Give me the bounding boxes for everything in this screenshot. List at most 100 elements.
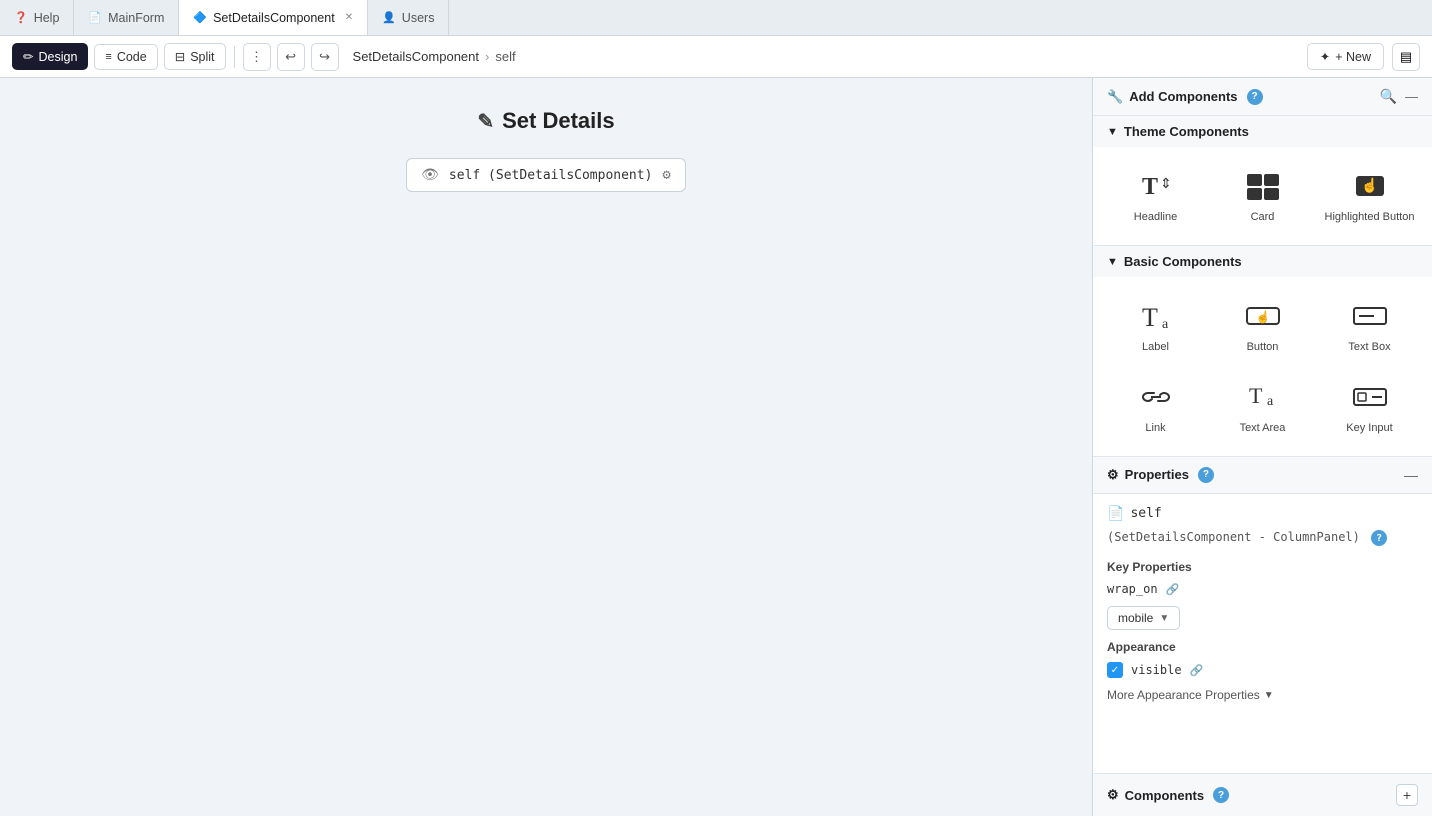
appearance-title: Appearance bbox=[1107, 640, 1418, 654]
wrap-on-dropdown[interactable]: mobile ▼ bbox=[1107, 606, 1180, 630]
main-area: ✎ Set Details 👁 self (SetDetailsComponen… bbox=[0, 78, 1432, 816]
key-properties-label: Key Properties bbox=[1107, 560, 1192, 574]
theme-components-header[interactable]: ▼ Theme Components bbox=[1093, 115, 1432, 147]
component-settings-icon[interactable]: ⚙ bbox=[662, 167, 670, 183]
tab-setdetails-close[interactable]: ✕ bbox=[345, 13, 353, 23]
wrap-on-link-icon[interactable]: 🔗 bbox=[1166, 583, 1180, 596]
split-icon: ⊟ bbox=[175, 49, 185, 64]
basic-components-title: ▼ Basic Components bbox=[1107, 254, 1242, 269]
collapse-properties-button[interactable]: — bbox=[1404, 467, 1418, 483]
key-input-icon bbox=[1350, 379, 1390, 415]
wrap-on-value-row: mobile ▼ bbox=[1107, 606, 1418, 630]
svg-text:⇕: ⇕ bbox=[1160, 177, 1172, 192]
component-item-key-input[interactable]: Key Input bbox=[1317, 368, 1422, 446]
add-components-title: 🔧 Add Components ? bbox=[1107, 89, 1263, 105]
highlighted-button-icon: ☝ bbox=[1350, 168, 1390, 204]
code-icon: ≡ bbox=[105, 51, 111, 63]
tab-users[interactable]: 👤 Users bbox=[368, 0, 449, 35]
component-item-headline[interactable]: T ⇕ Headline bbox=[1103, 157, 1208, 235]
design-label: Design bbox=[38, 50, 77, 64]
toolbar-separator-1 bbox=[234, 46, 235, 68]
component-block[interactable]: 👁 self (SetDetailsComponent) ⚙ bbox=[406, 158, 686, 192]
dropdown-arrow-icon: ▼ bbox=[1159, 613, 1169, 624]
tab-mainform[interactable]: 📄 MainForm bbox=[74, 0, 179, 35]
split-button[interactable]: ⊟ Split bbox=[164, 43, 226, 70]
add-components-header[interactable]: 🔧 Add Components ? 🔍 — bbox=[1093, 78, 1432, 115]
component-item-button[interactable]: ☝ Button bbox=[1210, 287, 1315, 365]
component-item-highlighted-button[interactable]: ☝ Highlighted Button bbox=[1317, 157, 1422, 235]
components-help-badge[interactable]: ? bbox=[1213, 787, 1229, 803]
properties-help-badge[interactable]: ? bbox=[1198, 467, 1214, 483]
highlighted-button-label: Highlighted Button bbox=[1325, 210, 1415, 224]
headline-label: Headline bbox=[1134, 210, 1177, 224]
svg-text:☝: ☝ bbox=[1361, 176, 1378, 194]
svg-text:T: T bbox=[1249, 383, 1263, 408]
toolbar-right: ✦ + New ▤ bbox=[1307, 43, 1420, 71]
add-components-help-badge[interactable]: ? bbox=[1247, 89, 1263, 105]
right-panel: 🔧 Add Components ? 🔍 — ▼ Theme Component… bbox=[1092, 78, 1432, 816]
mainform-tab-icon: 📄 bbox=[88, 11, 102, 24]
redo-button[interactable]: ↪ bbox=[311, 43, 339, 71]
visible-label: visible bbox=[1131, 663, 1182, 677]
tab-help[interactable]: ❓ Help bbox=[0, 0, 74, 35]
button-comp-label: Button bbox=[1247, 340, 1279, 354]
svg-text:T: T bbox=[1142, 303, 1158, 332]
key-input-comp-label: Key Input bbox=[1346, 421, 1392, 435]
layout-toggle-button[interactable]: ▤ bbox=[1392, 43, 1420, 71]
wrench-icon: 🔧 bbox=[1107, 89, 1123, 105]
properties-header[interactable]: ⚙ Properties ? — bbox=[1093, 456, 1432, 494]
tab-mainform-label: MainForm bbox=[108, 11, 164, 25]
component-item-label[interactable]: T a Label bbox=[1103, 287, 1208, 365]
type-help-badge[interactable]: ? bbox=[1371, 530, 1387, 546]
properties-title: ⚙ Properties ? bbox=[1107, 467, 1214, 483]
prop-type-label: (SetDetailsComponent - ColumnPanel) ? bbox=[1107, 528, 1418, 547]
undo-icon: ↩ bbox=[285, 49, 296, 65]
collapse-add-components-button[interactable]: — bbox=[1405, 89, 1418, 104]
svg-text:a: a bbox=[1267, 394, 1274, 409]
properties-body: 📄 self (SetDetailsComponent - ColumnPane… bbox=[1093, 494, 1432, 725]
self-label: self bbox=[1130, 506, 1161, 521]
textbox-icon bbox=[1350, 298, 1390, 334]
setdetails-tab-icon: 🔷 bbox=[193, 11, 207, 24]
basic-section-label: Basic Components bbox=[1124, 254, 1242, 269]
split-label: Split bbox=[190, 50, 214, 64]
theme-section-label: Theme Components bbox=[1124, 124, 1249, 139]
visible-checkbox[interactable] bbox=[1107, 662, 1123, 678]
new-button[interactable]: ✦ + New bbox=[1307, 43, 1384, 70]
page-title-text: Set Details bbox=[502, 108, 615, 134]
appearance-label: Appearance bbox=[1107, 640, 1176, 654]
breadcrumb: SetDetailsComponent › self bbox=[353, 49, 516, 64]
undo-button[interactable]: ↩ bbox=[277, 43, 305, 71]
toolbar: ✏ Design ≡ Code ⊟ Split ⋮ ↩ ↪ SetDetails… bbox=[0, 36, 1432, 78]
component-item-textbox[interactable]: Text Box bbox=[1317, 287, 1422, 365]
textarea-icon: T a bbox=[1243, 379, 1283, 415]
breadcrumb-root[interactable]: SetDetailsComponent bbox=[353, 49, 479, 64]
label-icon: T a bbox=[1136, 298, 1176, 334]
visible-link-icon[interactable]: 🔗 bbox=[1190, 664, 1204, 677]
visibility-icon[interactable]: 👁 bbox=[421, 167, 439, 183]
components-bottom-header[interactable]: ⚙ Components ? + bbox=[1093, 773, 1432, 816]
component-item-textarea[interactable]: T a Text Area bbox=[1210, 368, 1315, 446]
more-appearance-button[interactable]: More Appearance Properties ▼ bbox=[1107, 688, 1418, 702]
design-button[interactable]: ✏ Design bbox=[12, 43, 88, 70]
tab-setdetails[interactable]: 🔷 SetDetailsComponent ✕ bbox=[179, 0, 368, 35]
component-item-link[interactable]: Link bbox=[1103, 368, 1208, 446]
layout-icon: ▤ bbox=[1400, 49, 1412, 65]
basic-components-header[interactable]: ▼ Basic Components bbox=[1093, 245, 1432, 277]
more-options-button[interactable]: ⋮ bbox=[243, 43, 271, 71]
new-label: + New bbox=[1335, 50, 1371, 64]
tab-users-label: Users bbox=[402, 11, 435, 25]
properties-panel: ⚙ Properties ? — 📄 self (SetDetailsCompo… bbox=[1093, 456, 1432, 773]
add-component-button[interactable]: + bbox=[1396, 784, 1418, 806]
button-icon: ☝ bbox=[1243, 298, 1283, 334]
properties-icon: ⚙ bbox=[1107, 467, 1119, 483]
theme-components-title: ▼ Theme Components bbox=[1107, 124, 1249, 139]
wrap-on-row: wrap_on 🔗 bbox=[1107, 582, 1418, 596]
search-icon[interactable]: 🔍 bbox=[1380, 88, 1397, 105]
self-label-row: 📄 self bbox=[1107, 506, 1418, 522]
page-title: ✎ Set Details bbox=[477, 108, 614, 134]
headline-icon: T ⇕ bbox=[1136, 168, 1176, 204]
component-label: self (SetDetailsComponent) bbox=[449, 168, 653, 183]
code-button[interactable]: ≡ Code bbox=[94, 44, 157, 70]
component-item-card[interactable]: Card bbox=[1210, 157, 1315, 235]
